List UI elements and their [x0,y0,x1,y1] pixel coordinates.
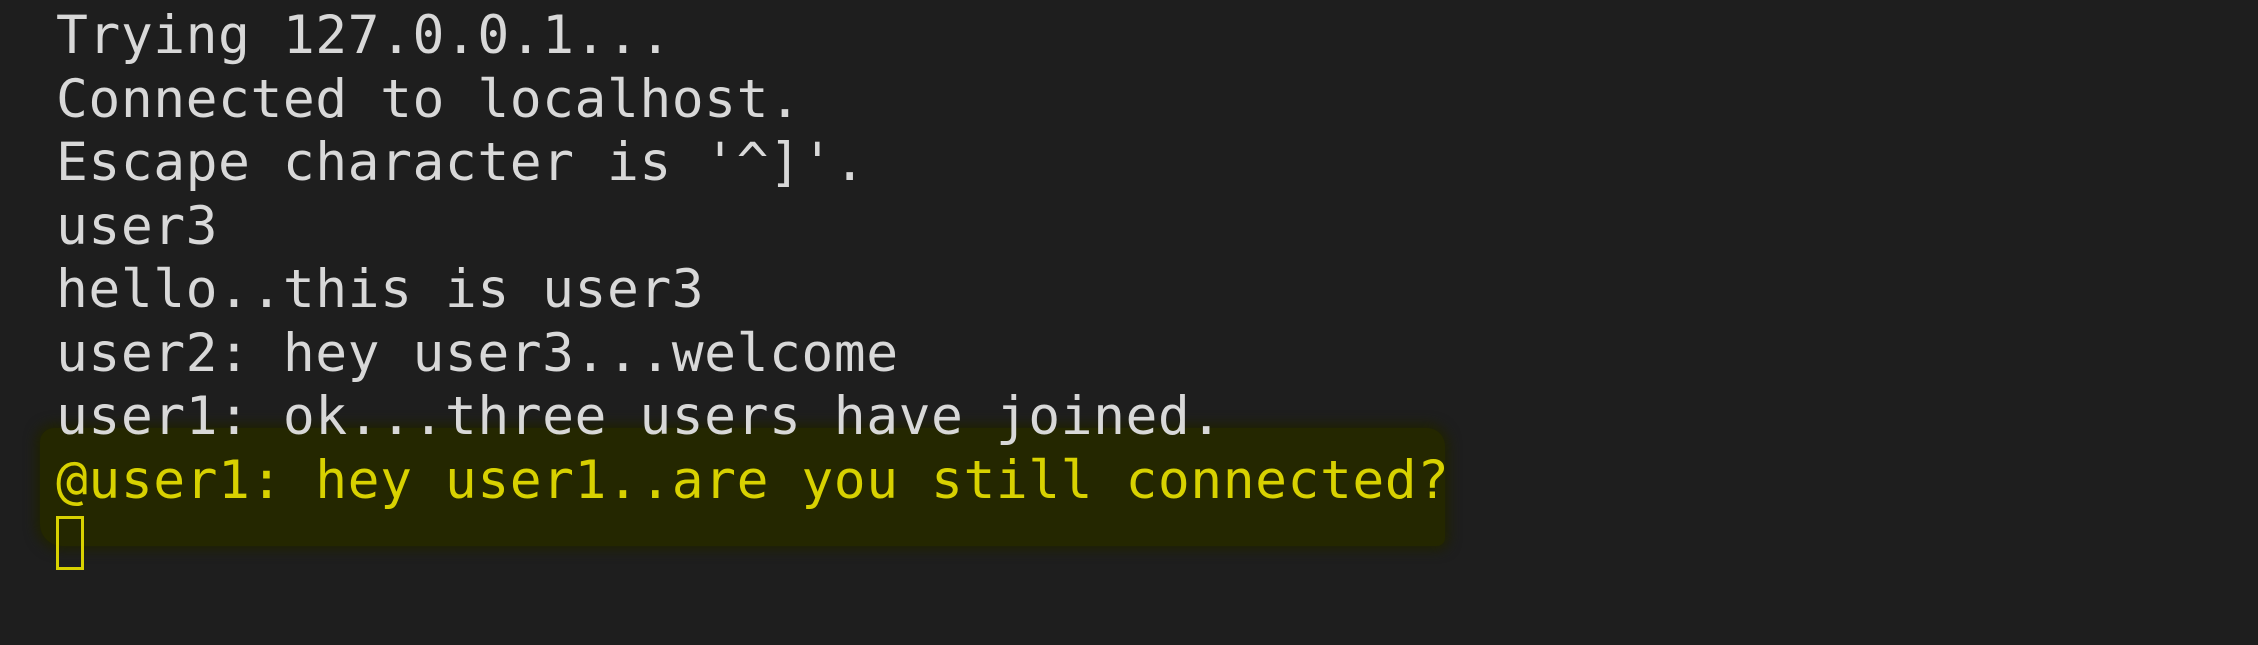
terminal-line: Connected to localhost. [56,69,802,130]
terminal-line: Trying 127.0.0.1... [56,5,672,66]
terminal-window[interactable]: Trying 127.0.0.1... Connected to localho… [0,0,2258,645]
terminal-line: Escape character is '^]'. [56,132,867,193]
terminal-input-line[interactable]: @user1: hey user1..are you still connect… [56,449,1450,513]
terminal-line: user3 [56,196,219,257]
text-cursor[interactable] [56,516,84,570]
terminal-line: user2: hey user3...welcome [56,323,899,384]
terminal-line: hello..this is user3 [56,259,705,320]
terminal-line: user1: ok...three users have joined. [56,386,1223,447]
